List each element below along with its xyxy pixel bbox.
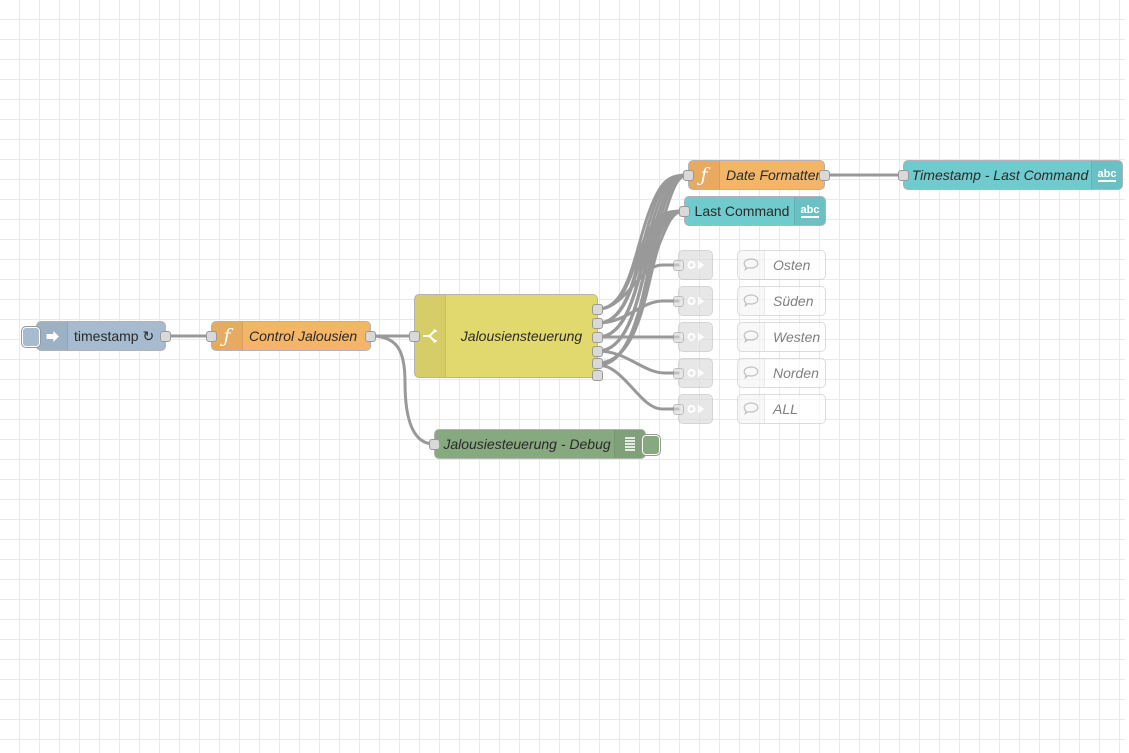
comment-bubble-icon — [738, 323, 765, 351]
port-input[interactable] — [683, 170, 694, 181]
node-comment-norden[interactable]: Norden — [737, 358, 826, 388]
comment-bubble-icon — [738, 251, 765, 279]
node-change-timestamp-last-command[interactable]: Timestamp - Last Command abc — [898, 160, 1123, 190]
port-input[interactable] — [206, 331, 217, 342]
node-comment-label: ALL — [773, 401, 798, 417]
port-output[interactable] — [819, 170, 830, 181]
port-output[interactable] — [365, 331, 376, 342]
node-function-control-label: Control Jalousien — [249, 328, 358, 344]
node-timestamp-last-command-label: Timestamp - Last Command — [911, 167, 1089, 183]
node-date-formatter-label: Date Formatter — [726, 167, 821, 183]
node-comment-osten[interactable]: Osten — [737, 250, 826, 280]
port-output-4[interactable] — [592, 346, 603, 357]
comment-bubble-icon — [738, 287, 765, 315]
port-output-5[interactable] — [592, 358, 603, 369]
port-output[interactable] — [160, 331, 171, 342]
port-input[interactable] — [898, 170, 909, 181]
node-comment-sueden[interactable]: Süden — [737, 286, 826, 316]
port-input[interactable] — [409, 331, 420, 342]
node-link-out-4[interactable] — [673, 358, 713, 388]
node-debug-jalousiesteuerung[interactable]: Jalousiesteuerung - Debug — [429, 429, 661, 459]
debug-toggle-button[interactable] — [641, 434, 661, 456]
node-function-control-jalousien[interactable]: ƒ Control Jalousien — [206, 321, 376, 351]
port-input[interactable] — [679, 206, 690, 217]
node-link-out-2[interactable] — [673, 286, 713, 316]
node-link-out-1[interactable] — [673, 250, 713, 280]
comment-bubble-icon — [738, 359, 765, 387]
port-input[interactable] — [673, 332, 684, 343]
inject-arrow-icon — [37, 322, 68, 350]
port-output-2[interactable] — [592, 318, 603, 329]
port-input[interactable] — [673, 368, 684, 379]
node-link-out-5[interactable] — [673, 394, 713, 424]
node-change-last-command[interactable]: Last Command abc — [679, 196, 826, 226]
node-comment-label: Norden — [773, 365, 819, 381]
flow-canvas[interactable]: timestamp ↻ ƒ Control Jalousien Jalousie… — [0, 0, 1129, 753]
node-inject-label: timestamp ↻ — [74, 328, 155, 344]
node-switch-label: Jalousiensteuerung — [460, 328, 583, 344]
comment-bubble-icon — [738, 395, 765, 423]
abc-icon: abc — [1091, 161, 1122, 189]
port-output-1[interactable] — [592, 304, 603, 315]
port-output-3[interactable] — [592, 332, 603, 343]
port-input[interactable] — [673, 296, 684, 307]
node-comment-all[interactable]: ALL — [737, 394, 826, 424]
node-comment-westen[interactable]: Westen — [737, 322, 826, 352]
node-comment-label: Osten — [773, 257, 811, 273]
port-input[interactable] — [673, 404, 684, 415]
node-function-date-formatter[interactable]: ƒ Date Formatter — [683, 160, 830, 190]
node-comment-label: Süden — [773, 293, 814, 309]
inject-trigger-button[interactable] — [21, 326, 41, 348]
node-link-out-3[interactable] — [673, 322, 713, 352]
abc-icon-text: abc — [800, 204, 820, 218]
node-switch-jalousiensteuerung[interactable]: Jalousiensteuerung — [409, 294, 603, 381]
abc-icon: abc — [794, 197, 825, 225]
node-inject-timestamp[interactable]: timestamp ↻ — [21, 321, 171, 351]
port-output-6[interactable] — [592, 370, 603, 381]
node-comment-label: Westen — [773, 329, 821, 345]
port-input[interactable] — [673, 260, 684, 271]
port-input[interactable] — [429, 439, 440, 450]
abc-icon-text: abc — [1097, 168, 1117, 182]
